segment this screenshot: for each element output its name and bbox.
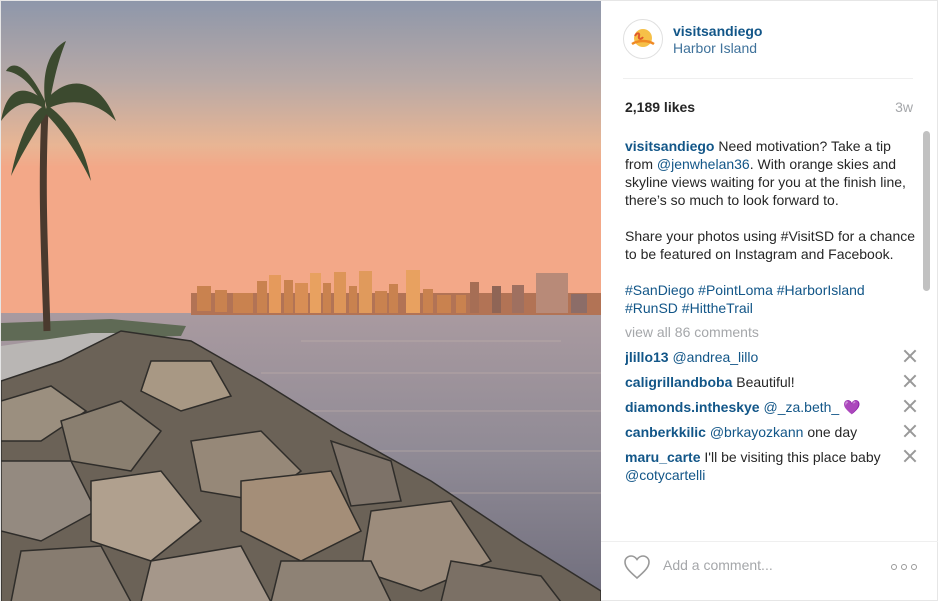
comment-item: jlillo13 @andrea_lillo [625, 348, 917, 366]
comments-list[interactable]: visitsandiego Need motivation? Take a ti… [625, 137, 917, 531]
harbor-sunset-image [1, 1, 601, 601]
comment-bar: Add a comment... [601, 541, 938, 591]
comment-username[interactable]: canberkkilic [625, 424, 706, 440]
dot [901, 564, 907, 570]
comment-item: canberkkilic @brkayozkann one day [625, 423, 917, 441]
comment-mention[interactable]: @_za.beth_ [763, 399, 839, 415]
post-stats: 2,189 likes 3w [625, 99, 913, 117]
comment-item: maru_carte I'll be visiting this place b… [625, 448, 917, 484]
author-username[interactable]: visitsandiego [673, 23, 762, 39]
comment-text: Beautiful! [736, 374, 795, 390]
comment-mention[interactable]: @brkayozkann [710, 424, 804, 440]
delete-comment-icon[interactable] [903, 449, 917, 463]
delete-comment-icon[interactable] [903, 374, 917, 388]
add-comment-input[interactable]: Add a comment... [663, 557, 773, 573]
caption-paragraph: visitsandiego Need motivation? Take a ti… [625, 137, 917, 209]
likes-count[interactable]: 2,189 likes [625, 99, 695, 115]
comment-username[interactable]: maru_carte [625, 449, 701, 465]
author-avatar[interactable] [623, 19, 663, 59]
view-all-comments-link[interactable]: view all 86 comments [625, 323, 917, 341]
delete-comment-icon[interactable] [903, 349, 917, 363]
instagram-post: visitsandiego Harbor Island 2,189 likes … [0, 0, 938, 601]
heart-outline-icon[interactable] [623, 554, 651, 580]
post-age[interactable]: 3w [895, 99, 913, 115]
post-caption: visitsandiego Need motivation? Take a ti… [625, 137, 917, 317]
more-options-icon[interactable] [891, 564, 917, 570]
caption-hashtags[interactable]: #SanDiego #PointLoma #HarborIsland #RunS… [625, 281, 917, 317]
comment-username[interactable]: caligrillandboba [625, 374, 732, 390]
caption-mention[interactable]: @jenwhelan36 [657, 156, 750, 172]
comment-item: diamonds.intheskye @_za.beth_ 💜 [625, 398, 917, 416]
post-location[interactable]: Harbor Island [673, 40, 757, 56]
comment-text: I'll be visiting this place baby [704, 449, 881, 465]
comment-item: caligrillandboba Beautiful! [625, 373, 917, 391]
caption-paragraph-2: Share your photos using #VisitSD for a c… [625, 228, 916, 262]
post-photo[interactable] [1, 1, 601, 601]
comment-username[interactable]: diamonds.intheskye [625, 399, 760, 415]
comments-scrollbar[interactable] [923, 131, 930, 291]
delete-comment-icon[interactable] [903, 399, 917, 413]
post-sidebar: visitsandiego Harbor Island 2,189 likes … [601, 1, 938, 601]
san-diego-logo-icon [627, 23, 659, 55]
dot [911, 564, 917, 570]
dot [891, 564, 897, 570]
post-header: visitsandiego Harbor Island [623, 19, 913, 79]
purple-heart-emoji-icon: 💜 [843, 399, 861, 415]
delete-comment-icon[interactable] [903, 424, 917, 438]
comment-username[interactable]: jlillo13 [625, 349, 669, 365]
comment-text: one day [807, 424, 858, 440]
comment-mention[interactable]: @andrea_lillo [672, 349, 758, 365]
comment-mention[interactable]: @cotycartelli [625, 467, 705, 483]
caption-username[interactable]: visitsandiego [625, 138, 714, 154]
